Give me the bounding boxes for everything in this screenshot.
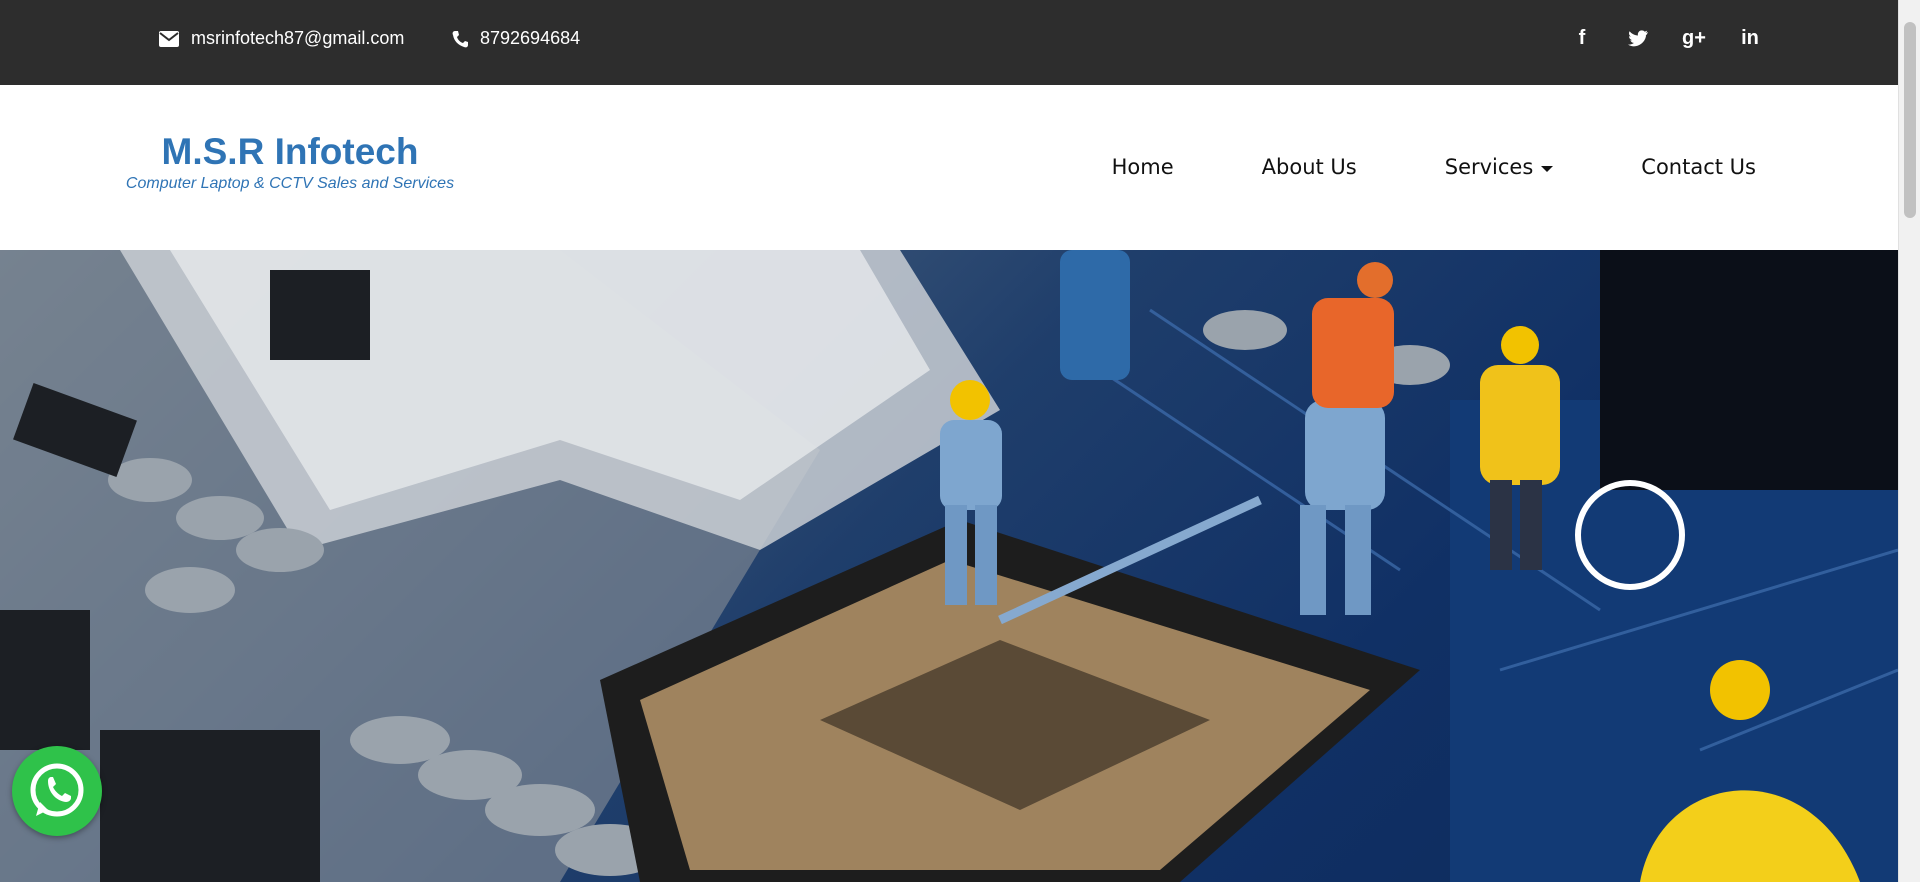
envelope-icon <box>159 30 179 47</box>
linkedin-icon[interactable]: in <box>1722 24 1778 52</box>
whatsapp-button[interactable] <box>12 746 102 836</box>
social-links: f g+ in <box>1554 24 1778 52</box>
nav-about-us[interactable]: About Us <box>1262 155 1357 179</box>
nav-home[interactable]: Home <box>1112 155 1174 179</box>
nav-contact-us[interactable]: Contact Us <box>1641 155 1756 179</box>
worker-figure-6 <box>1060 250 1130 380</box>
email-contact[interactable]: msrinfotech87@gmail.com <box>159 28 404 49</box>
brand-logo[interactable]: M.S.R Infotech Computer Laptop & CCTV Sa… <box>120 133 460 193</box>
worker-figure-3 <box>1312 262 1394 408</box>
twitter-icon[interactable] <box>1610 24 1666 52</box>
phone-icon <box>452 30 468 47</box>
hero-illustration <box>0 250 1898 882</box>
site-header: M.S.R Infotech Computer Laptop & CCTV Sa… <box>0 85 1898 250</box>
scrollbar-thumb[interactable] <box>1904 22 1916 218</box>
hero-banner-image <box>0 250 1898 882</box>
main-nav: Home About Us Services Contact Us <box>1024 155 1756 179</box>
page-scrollbar[interactable] <box>1898 0 1920 882</box>
facebook-icon[interactable]: f <box>1554 24 1610 52</box>
phone-contact[interactable]: 8792694684 <box>452 28 580 49</box>
brand-tagline: Computer Laptop & CCTV Sales and Service… <box>125 175 455 192</box>
brand-name: M.S.R Infotech <box>161 131 419 172</box>
nav-services-label: Services <box>1444 155 1534 179</box>
caret-down-icon <box>1541 165 1554 172</box>
phone-text: 8792694684 <box>480 28 581 48</box>
google-plus-icon[interactable]: g+ <box>1666 24 1722 52</box>
top-bar: msrinfotech87@gmail.com 8792694684 f g+ … <box>0 0 1898 85</box>
whatsapp-icon <box>30 763 84 817</box>
email-text: msrinfotech87@gmail.com <box>191 28 405 48</box>
nav-services[interactable]: Services <box>1445 155 1554 179</box>
